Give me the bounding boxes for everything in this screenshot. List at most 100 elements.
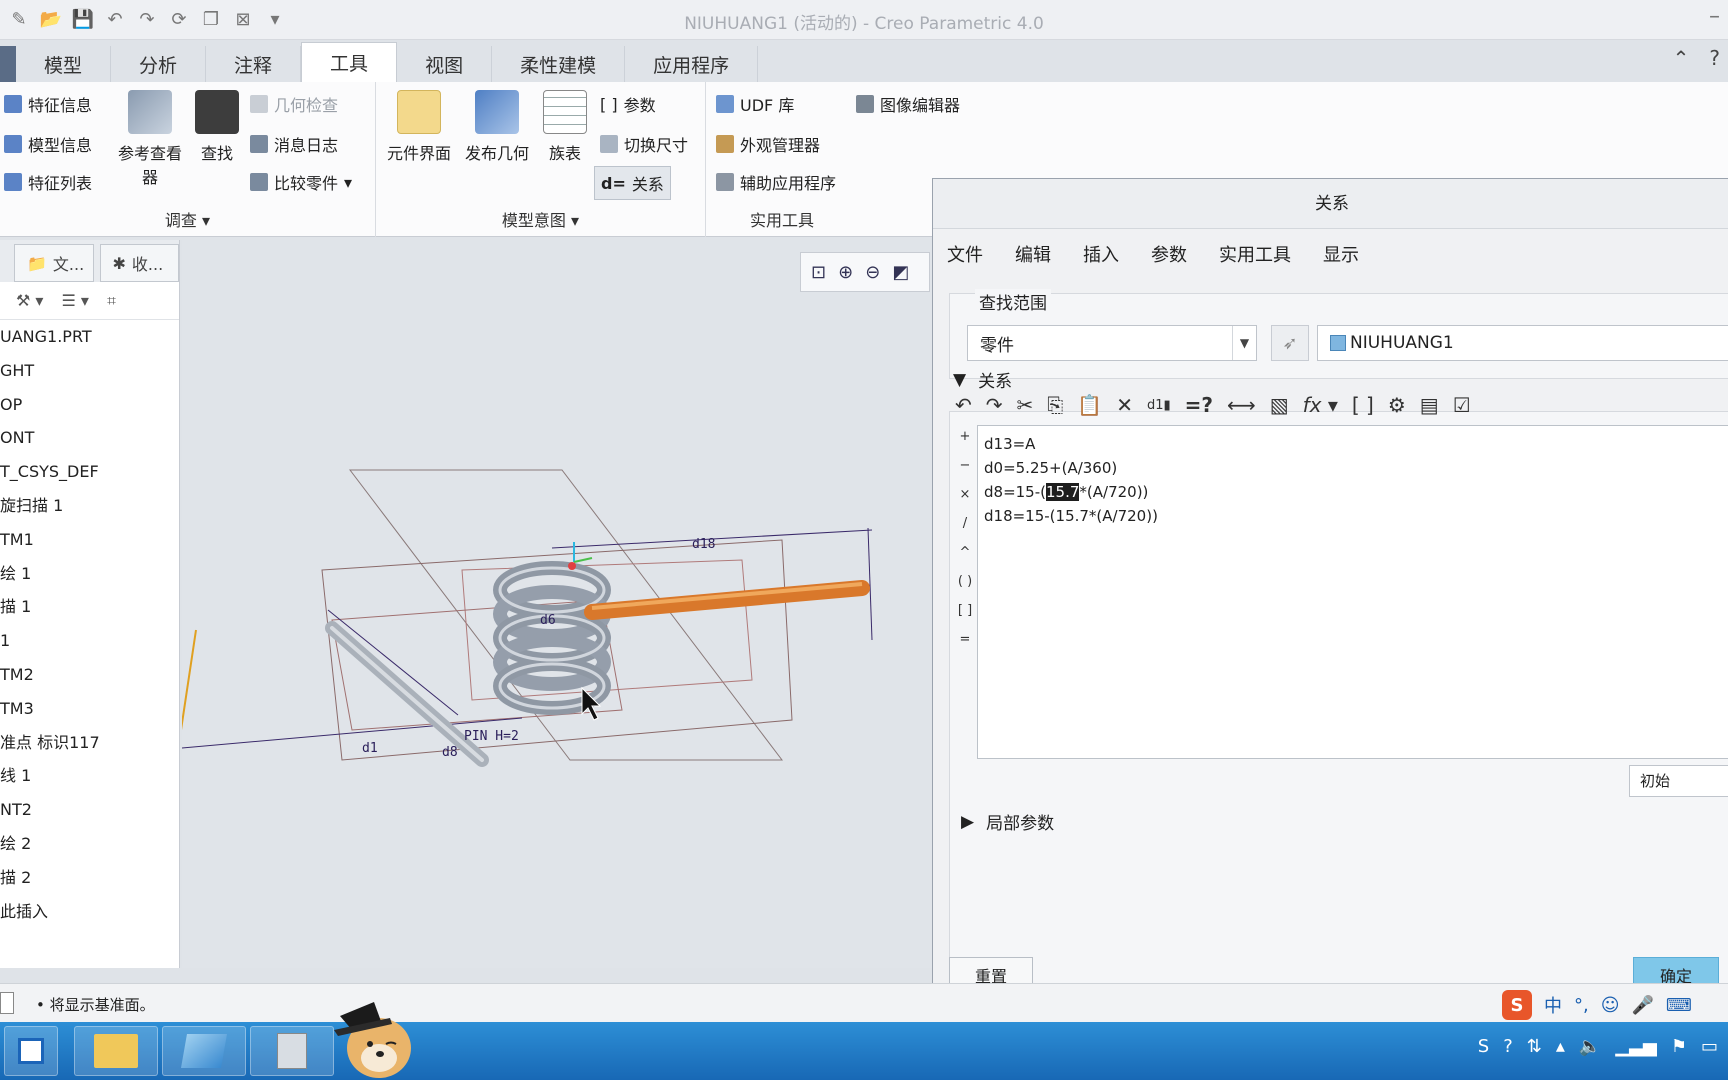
initial-value-combo[interactable]: 初始: [1629, 765, 1728, 797]
dim-label-d18[interactable]: d18: [692, 537, 715, 552]
relations-button[interactable]: d= 关系: [594, 166, 671, 200]
repaint-icon[interactable]: ◩: [892, 262, 909, 283]
operator-plus[interactable]: +: [955, 429, 975, 458]
parameters-button[interactable]: [ ] 参数: [600, 92, 656, 116]
sort-icon[interactable]: ▧: [1270, 393, 1289, 417]
flag-icon[interactable]: ⚑: [1671, 1036, 1687, 1057]
ime-language[interactable]: 中: [1544, 992, 1562, 1018]
taskbar-calculator[interactable]: [250, 1026, 334, 1076]
menu-parameters[interactable]: 参数: [1151, 241, 1187, 267]
tab-annotate[interactable]: 注释: [206, 46, 302, 82]
image-editor-button[interactable]: 图像编辑器: [856, 92, 960, 116]
message-log-button[interactable]: 消息日志: [250, 132, 338, 156]
tab-view[interactable]: 视图: [397, 46, 493, 82]
menu-utilities[interactable]: 实用工具: [1219, 241, 1291, 267]
start-button[interactable]: [4, 1026, 58, 1076]
operator-power[interactable]: ^: [955, 545, 975, 574]
pin-label[interactable]: PIN H=2: [464, 729, 519, 744]
tab-tools[interactable]: 工具: [301, 42, 398, 82]
scope-object-field[interactable]: NIUHUANG1: [1317, 325, 1728, 361]
paste-icon[interactable]: 📋: [1077, 393, 1102, 417]
keyboard-icon[interactable]: ⌨: [1666, 995, 1692, 1016]
find-button[interactable]: 查找: [192, 90, 242, 164]
taskbar-creo[interactable]: [162, 1026, 246, 1076]
geometry-check-button[interactable]: 几何检查: [250, 92, 338, 116]
redo-icon[interactable]: ↷: [986, 393, 1003, 417]
operator-minus[interactable]: −: [955, 458, 975, 487]
evaluate-icon[interactable]: =?: [1185, 393, 1213, 417]
undo-icon[interactable]: ↶: [955, 393, 972, 417]
verify-icon[interactable]: ☑: [1453, 393, 1471, 417]
group-label-investigate[interactable]: 调查 ▾: [0, 207, 375, 231]
file-tab[interactable]: [0, 46, 16, 82]
tree-item[interactable]: 线 1: [0, 759, 179, 793]
tree-item[interactable]: TM3: [0, 692, 179, 726]
tree-item[interactable]: OP: [0, 388, 179, 422]
dim-label-d1[interactable]: d1: [362, 741, 378, 756]
tree-item[interactable]: 准点 标识117: [0, 726, 179, 760]
volume-icon[interactable]: 🔈: [1579, 1036, 1601, 1057]
tree-item[interactable]: 绘 1: [0, 557, 179, 591]
tab-folder-browser[interactable]: 📁 文...: [14, 244, 94, 282]
operator-divide[interactable]: /: [955, 516, 975, 545]
emoji-icon[interactable]: ☺: [1601, 995, 1620, 1016]
menu-insert[interactable]: 插入: [1083, 241, 1119, 267]
tree-item[interactable]: TM1: [0, 523, 179, 557]
zoom-in-icon[interactable]: ⊕: [838, 262, 853, 283]
show-icon[interactable]: ☰ ▾: [61, 291, 88, 310]
settings-icon[interactable]: ⚒ ▾: [16, 291, 43, 310]
operator-parens[interactable]: ( ): [955, 574, 975, 603]
zoom-out-icon[interactable]: ⊖: [865, 262, 880, 283]
collapse-ribbon-icon[interactable]: ⌃: [1673, 46, 1690, 70]
minimize-icon[interactable]: –: [1709, 4, 1720, 29]
tree-item[interactable]: NT2: [0, 793, 179, 827]
function-icon[interactable]: fx ▾: [1303, 393, 1338, 417]
tree-item[interactable]: TM2: [0, 658, 179, 692]
battery-icon[interactable]: ▭: [1701, 1036, 1718, 1057]
tree-item[interactable]: 描 2: [0, 861, 179, 895]
auxiliary-apps-button[interactable]: 辅助应用程序: [716, 170, 836, 194]
tree-item[interactable]: 此插入: [0, 895, 179, 929]
tree-item[interactable]: 绘 2: [0, 827, 179, 861]
operator-multiply[interactable]: ×: [955, 487, 975, 516]
relation-line[interactable]: d0=5.25+(A/360): [984, 456, 1722, 480]
relations-editor[interactable]: d13=A d0=5.25+(A/360) d8=15-(15.7*(A/720))…: [977, 425, 1728, 759]
dimension-toggle-icon[interactable]: d1▮: [1147, 398, 1171, 413]
show-hidden-icon[interactable]: ▴: [1556, 1036, 1565, 1057]
component-interface-button[interactable]: 元件界面: [384, 90, 454, 164]
relations-header[interactable]: ▼ 关系: [953, 367, 1012, 393]
tab-analysis[interactable]: 分析: [111, 46, 207, 82]
feature-list-button[interactable]: 特征列表: [4, 170, 92, 194]
relation-line[interactable]: d13=A: [984, 432, 1722, 456]
tree-item[interactable]: 描 1: [0, 590, 179, 624]
filter-icon[interactable]: ⌗: [107, 291, 116, 311]
appearance-manager-button[interactable]: 外观管理器: [716, 132, 820, 156]
tab-applications[interactable]: 应用程序: [625, 46, 759, 82]
local-parameters-header[interactable]: ▶ 局部参数: [961, 809, 1054, 835]
sogou-icon[interactable]: S: [1502, 990, 1532, 1020]
signal-icon[interactable]: ▁▃▅: [1615, 1036, 1657, 1057]
dim-label-d6[interactable]: d6: [540, 613, 556, 628]
reference-viewer-button[interactable]: 参考查看器: [112, 90, 188, 188]
operator-brackets[interactable]: [ ]: [955, 603, 975, 632]
tree-item[interactable]: 1: [0, 624, 179, 658]
network-tray-icon[interactable]: ⇅: [1527, 1036, 1542, 1057]
tree-item[interactable]: GHT: [0, 354, 179, 388]
tree-item[interactable]: 旋扫描 1: [0, 489, 179, 523]
model-info-button[interactable]: 模型信息: [4, 132, 92, 156]
menu-edit[interactable]: 编辑: [1015, 241, 1051, 267]
parameters-icon[interactable]: [ ]: [1352, 393, 1374, 417]
relation-line[interactable]: d8=15-(15.7*(A/720)): [984, 480, 1722, 504]
local-param-icon[interactable]: ⚙: [1388, 393, 1406, 417]
tree-item[interactable]: T_CSYS_DEF: [0, 455, 179, 489]
operator-equals[interactable]: =: [955, 632, 975, 661]
select-object-button[interactable]: ➶: [1271, 325, 1309, 361]
graphics-window[interactable]: d18 d6 d8 d1 PIN H=2: [177, 240, 932, 968]
feature-info-button[interactable]: 特征信息: [4, 92, 92, 116]
delete-icon[interactable]: ✕: [1116, 393, 1133, 417]
relation-line[interactable]: d18=15-(15.7*(A/720)): [984, 504, 1722, 528]
tab-flexible-modeling[interactable]: 柔性建模: [492, 46, 626, 82]
tree-item[interactable]: UANG1.PRT: [0, 320, 179, 354]
dim-label-d8[interactable]: d8: [442, 745, 458, 760]
help-icon[interactable]: ?: [1709, 46, 1720, 70]
